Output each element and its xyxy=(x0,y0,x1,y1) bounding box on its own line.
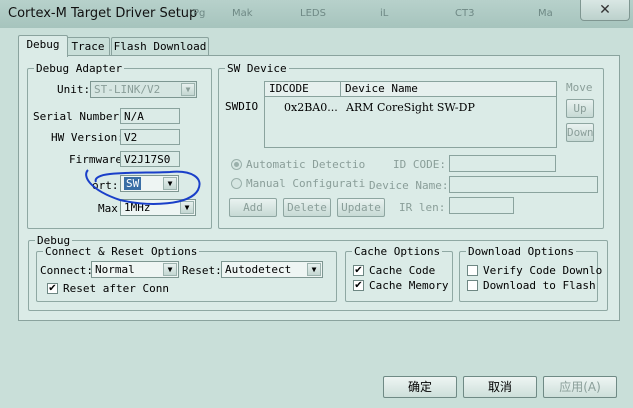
reset-label: Reset: xyxy=(182,264,222,277)
tab-flash-download[interactable]: Flash Download xyxy=(111,37,209,57)
dialog-window: Cortex-M Target Driver Setup Pg Mak LEDS… xyxy=(0,0,633,408)
reset-after-connect-label: Reset after Conn xyxy=(63,282,169,295)
hw-version-label: HW Version: xyxy=(51,131,124,144)
chevron-down-icon: ▼ xyxy=(163,263,177,276)
device-name-label: Device Name: xyxy=(369,179,449,192)
ir-len-label: IR len: xyxy=(399,201,446,214)
table-row-device-name[interactable]: ARM CoreSight SW-DP xyxy=(346,101,475,114)
move-label: Move xyxy=(566,81,593,94)
cache-code-label: Cache Code xyxy=(369,264,436,277)
unit-label: Unit: xyxy=(57,83,91,96)
background-text: Pg xyxy=(193,8,206,19)
id-code-field[interactable] xyxy=(449,155,556,172)
sw-device-legend: SW Device xyxy=(227,62,287,75)
delete-button[interactable]: Delete xyxy=(283,198,331,217)
manual-configuration-label: Manual Configurati xyxy=(246,177,366,190)
verify-code-checkbox[interactable] xyxy=(467,265,478,276)
close-button[interactable]: ✕ xyxy=(580,0,630,21)
column-header-idcode[interactable]: IDCODE xyxy=(265,82,341,97)
ir-len-field[interactable] xyxy=(449,197,514,214)
update-button[interactable]: Update xyxy=(337,198,385,217)
move-up-button[interactable]: Up xyxy=(566,99,594,118)
chevron-down-icon: ▼ xyxy=(307,263,321,276)
column-header-device-name[interactable]: Device Name xyxy=(341,82,556,97)
reset-after-connect-checkbox[interactable]: ✔ xyxy=(47,283,58,294)
background-text: CT3 xyxy=(455,8,475,19)
reset-select[interactable]: Autodetect ▼ xyxy=(221,261,323,278)
cache-memory-label: Cache Memory xyxy=(369,279,449,292)
cache-code-checkbox[interactable]: ✔ xyxy=(353,265,364,276)
connect-select[interactable]: Normal ▼ xyxy=(91,261,179,278)
device-name-field[interactable] xyxy=(449,176,598,193)
apply-button[interactable]: 应用(A) xyxy=(543,376,617,398)
add-button[interactable]: Add xyxy=(229,198,277,217)
background-text: iL xyxy=(380,8,389,19)
id-code-label: ID CODE: xyxy=(393,158,446,171)
download-options-legend: Download Options xyxy=(468,245,574,258)
unit-value: ST-LINK/V2 xyxy=(94,83,161,96)
serial-number-label: Serial Number: xyxy=(33,110,126,123)
download-to-flash-label: Download to Flash xyxy=(483,279,596,292)
device-table[interactable]: IDCODE Device Name 0x2BA0... ARM CoreSig… xyxy=(264,81,557,148)
cache-options-legend: Cache Options xyxy=(354,245,441,258)
tab-trace[interactable]: Trace xyxy=(66,37,110,57)
debug-adapter-legend: Debug Adapter xyxy=(36,62,123,75)
ok-button[interactable]: 确定 xyxy=(383,376,457,398)
download-to-flash-checkbox[interactable] xyxy=(467,280,478,291)
verify-code-label: Verify Code Downlo xyxy=(483,264,603,277)
unit-select: ST-LINK/V2 ▼ xyxy=(90,81,197,98)
connect-reset-legend: Connect & Reset Options xyxy=(45,245,198,258)
close-icon: ✕ xyxy=(599,2,611,18)
automatic-detection-radio[interactable] xyxy=(231,159,242,170)
swdio-label: SWDIO xyxy=(225,100,259,113)
manual-configuration-radio[interactable] xyxy=(231,178,242,189)
table-row-idcode[interactable]: 0x2BA0... xyxy=(284,101,338,114)
background-text: Ma xyxy=(538,8,553,19)
connect-value: Normal xyxy=(95,263,135,276)
background-text: LEDS xyxy=(300,8,326,19)
background-text: Mak xyxy=(232,8,253,19)
hw-version-value: V2 xyxy=(120,129,180,145)
handwritten-circle-annotation xyxy=(85,169,201,205)
reset-value: Autodetect xyxy=(225,263,292,276)
cancel-button[interactable]: 取消 xyxy=(463,376,537,398)
cache-memory-checkbox[interactable]: ✔ xyxy=(353,280,364,291)
chevron-down-icon: ▼ xyxy=(181,83,195,96)
automatic-detection-label: Automatic Detectio xyxy=(246,158,366,171)
title-bar: Cortex-M Target Driver Setup Pg Mak LEDS… xyxy=(0,0,633,28)
move-down-button[interactable]: Down xyxy=(566,123,594,142)
serial-number-value: N/A xyxy=(120,108,180,124)
tab-debug[interactable]: Debug xyxy=(18,35,68,57)
window-title: Cortex-M Target Driver Setup xyxy=(8,6,198,21)
connect-label: Connect: xyxy=(40,264,93,277)
